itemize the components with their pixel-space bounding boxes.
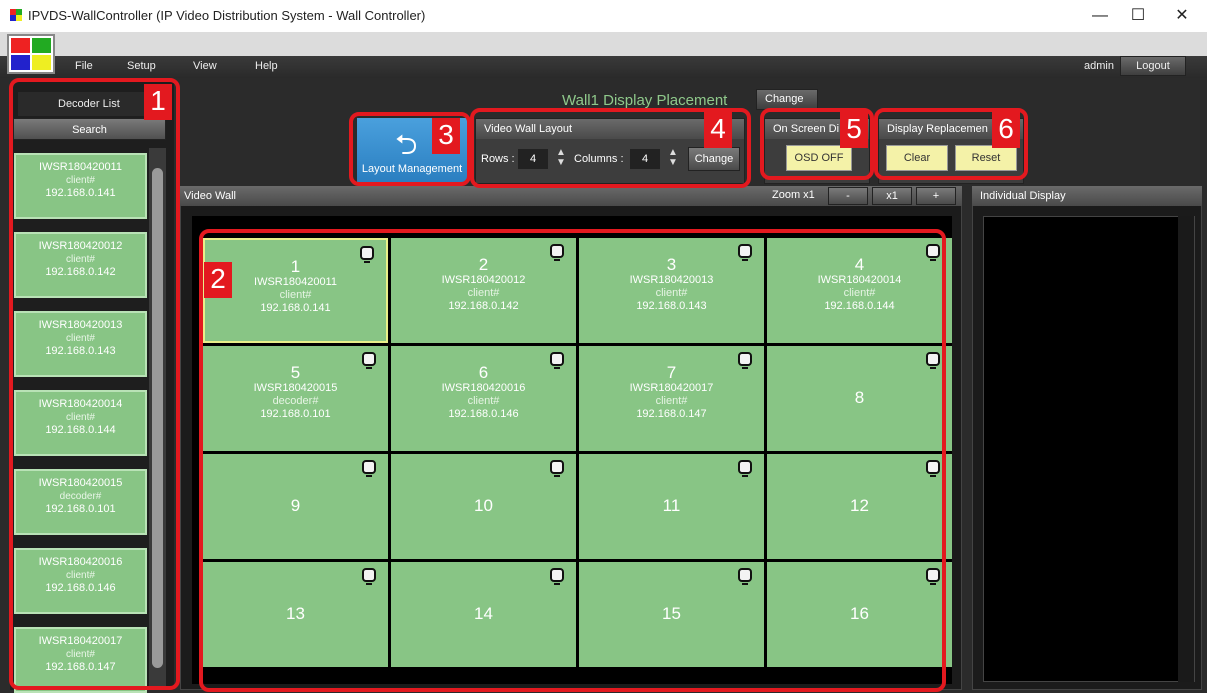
- app-icon: [10, 9, 22, 21]
- window-title-bar: IPVDS-WallController (IP Video Distribut…: [0, 0, 1207, 32]
- zoom-out-button[interactable]: -: [828, 187, 868, 205]
- annotation-number-5: 5: [840, 112, 868, 148]
- menu-bar: [0, 32, 1207, 78]
- window-title: IPVDS-WallController (IP Video Distribut…: [28, 8, 426, 23]
- zoom-label: Zoom x1: [772, 189, 815, 201]
- annotation-box-1: [9, 78, 180, 690]
- annotation-number-3: 3: [432, 118, 460, 154]
- wall-change-button[interactable]: Change: [756, 89, 818, 110]
- app-logo: [7, 34, 55, 74]
- annotation-number-6: 6: [992, 112, 1020, 148]
- annotation-number-1: 1: [144, 84, 172, 120]
- individual-display-view: [983, 216, 1195, 682]
- current-user: admin: [1084, 60, 1114, 72]
- annotation-number-2: 2: [204, 262, 232, 298]
- menu-file[interactable]: File: [75, 60, 93, 72]
- zoom-in-button[interactable]: +: [916, 187, 956, 205]
- maximize-button[interactable]: ☐: [1118, 4, 1158, 28]
- annotation-number-4: 4: [704, 112, 732, 148]
- menu-help[interactable]: Help: [255, 60, 278, 72]
- individual-display-scrollbar[interactable]: [1178, 216, 1194, 682]
- zoom-reset-button[interactable]: x1: [872, 187, 912, 205]
- menu-view[interactable]: View: [193, 60, 217, 72]
- individual-display-title: Individual Display: [972, 186, 1202, 206]
- minimize-button[interactable]: —: [1080, 4, 1120, 28]
- wall-title: Wall1 Display Placement: [562, 92, 728, 109]
- close-button[interactable]: ✕: [1162, 4, 1202, 28]
- logout-button[interactable]: Logout: [1120, 56, 1186, 76]
- annotation-box-2: [199, 229, 946, 692]
- menu-setup[interactable]: Setup: [127, 60, 156, 72]
